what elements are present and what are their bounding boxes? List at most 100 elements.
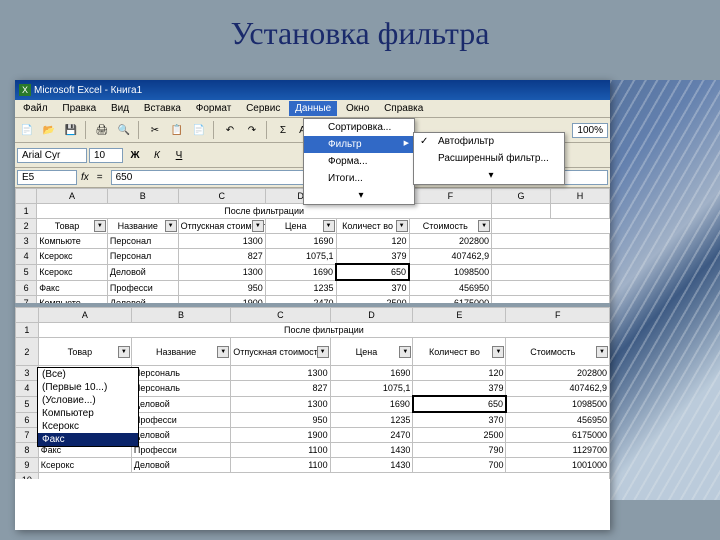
- col-header[interactable]: B: [131, 308, 230, 323]
- copy-button[interactable]: 📋: [167, 120, 187, 140]
- row-header[interactable]: 2: [16, 338, 39, 366]
- table-cell[interactable]: 6175000: [506, 428, 610, 443]
- row-header[interactable]: 10: [16, 473, 39, 480]
- table-cell[interactable]: 1098500: [409, 264, 492, 280]
- paste-button[interactable]: 📄: [189, 120, 209, 140]
- filter-option[interactable]: (Первые 10...): [38, 381, 138, 394]
- font-selector[interactable]: Arial Cyr: [17, 148, 87, 163]
- table-cell[interactable]: 1430: [330, 443, 413, 458]
- menu-view[interactable]: Вид: [105, 101, 135, 116]
- submenu-autofilter[interactable]: Автофильтр: [414, 133, 564, 150]
- undo-button[interactable]: ↶: [220, 120, 240, 140]
- filter-option[interactable]: Ксерокс: [38, 420, 138, 433]
- filter-arrow-icon[interactable]: ▼: [217, 346, 229, 358]
- table-cell[interactable]: 202800: [409, 234, 492, 249]
- fx-icon[interactable]: fx: [81, 172, 89, 183]
- table-cell[interactable]: 1300: [178, 264, 265, 280]
- table-cell[interactable]: Професси: [131, 412, 230, 428]
- menu-item-filter[interactable]: Фильтр: [304, 136, 414, 153]
- zoom-selector[interactable]: 100%: [572, 123, 608, 138]
- col-header[interactable]: C: [178, 189, 265, 204]
- col-header[interactable]: H: [551, 189, 610, 204]
- bold-button[interactable]: Ж: [125, 145, 145, 165]
- table-cell[interactable]: Персональ: [131, 366, 230, 381]
- menu-tools[interactable]: Сервис: [240, 101, 286, 116]
- row-header[interactable]: 6: [16, 412, 39, 428]
- row-header[interactable]: 2: [16, 219, 37, 234]
- row-header[interactable]: 1: [16, 204, 37, 219]
- upper-spreadsheet[interactable]: ABCDEFGH 1После фильтрации 2Товар▼Назван…: [15, 188, 610, 303]
- table-cell[interactable]: 456950: [409, 280, 492, 296]
- table-cell[interactable]: 1100: [231, 443, 330, 458]
- filter-option[interactable]: (Условие...): [38, 394, 138, 407]
- table-cell[interactable]: Ксерокс: [37, 264, 108, 280]
- table-cell[interactable]: Деловой: [131, 396, 230, 412]
- col-header[interactable]: E: [413, 308, 506, 323]
- table-cell[interactable]: 1690: [330, 396, 413, 412]
- table-cell[interactable]: Деловой: [131, 458, 230, 473]
- cut-button[interactable]: ✂: [145, 120, 165, 140]
- font-size-selector[interactable]: 10: [89, 148, 123, 163]
- print-button[interactable]: 🖨: [92, 120, 112, 140]
- col-header[interactable]: B: [107, 189, 178, 204]
- preview-button[interactable]: 🔍: [114, 120, 134, 140]
- filter-arrow-icon[interactable]: ▼: [317, 346, 329, 358]
- filter-option[interactable]: Компьютер: [38, 407, 138, 420]
- table-cell[interactable]: 650: [336, 264, 409, 280]
- table-cell[interactable]: 1100: [231, 458, 330, 473]
- table-cell[interactable]: 407462,9: [409, 249, 492, 265]
- menu-file[interactable]: Файл: [17, 101, 54, 116]
- filter-arrow-icon[interactable]: ▼: [399, 346, 411, 358]
- row-header[interactable]: 3: [16, 366, 39, 381]
- filter-arrow-icon[interactable]: ▼: [94, 220, 106, 232]
- table-cell[interactable]: 407462,9: [506, 381, 610, 397]
- filter-submenu[interactable]: Автофильтр Расширенный фильтр... ▾: [413, 132, 565, 185]
- filter-arrow-icon[interactable]: ▼: [396, 220, 408, 232]
- col-header[interactable]: A: [37, 189, 108, 204]
- table-cell[interactable]: 700: [413, 458, 506, 473]
- table-cell[interactable]: 1430: [330, 458, 413, 473]
- filter-arrow-icon[interactable]: ▼: [252, 220, 264, 232]
- row-header[interactable]: 3: [16, 234, 37, 249]
- table-cell[interactable]: 1235: [265, 280, 336, 296]
- save-button[interactable]: 💾: [61, 120, 81, 140]
- row-header[interactable]: 4: [16, 381, 39, 397]
- col-header[interactable]: F: [506, 308, 610, 323]
- autofilter-dropdown[interactable]: (Все)(Первые 10...)(Условие...)Компьютер…: [37, 367, 139, 447]
- filter-option[interactable]: Факс: [38, 433, 138, 446]
- menubar[interactable]: Файл Правка Вид Вставка Формат Сервис Да…: [15, 100, 610, 118]
- table-cell[interactable]: 1690: [330, 366, 413, 381]
- table-cell[interactable]: 1900: [231, 428, 330, 443]
- menu-item-subtotals[interactable]: Итоги...: [304, 170, 414, 187]
- table-cell[interactable]: Ксерокс: [37, 249, 108, 265]
- menu-window[interactable]: Окно: [340, 101, 375, 116]
- filter-arrow-icon[interactable]: ▼: [596, 346, 608, 358]
- row-header[interactable]: 7: [16, 428, 39, 443]
- new-button[interactable]: 📄: [17, 120, 37, 140]
- lower-spreadsheet[interactable]: ABCDEF 1После фильтрации 2Товар▼Название…: [15, 303, 610, 479]
- table-cell[interactable]: Професси: [107, 280, 178, 296]
- table-cell[interactable]: 370: [336, 280, 409, 296]
- table-cell[interactable]: 2500: [413, 428, 506, 443]
- table-cell[interactable]: 1129700: [506, 443, 610, 458]
- table-cell[interactable]: Професси: [131, 443, 230, 458]
- table-cell[interactable]: Персональ: [131, 381, 230, 397]
- table-cell[interactable]: 790: [413, 443, 506, 458]
- table-cell[interactable]: 650: [413, 396, 506, 412]
- row-header[interactable]: 1: [16, 323, 39, 338]
- table-cell[interactable]: 1300: [231, 396, 330, 412]
- table-cell[interactable]: Деловой: [107, 264, 178, 280]
- table-cell[interactable]: 370: [413, 412, 506, 428]
- table-cell[interactable]: Компьюте: [37, 234, 108, 249]
- table-cell[interactable]: Компьюте: [37, 296, 108, 304]
- row-header[interactable]: 5: [16, 396, 39, 412]
- col-header[interactable]: D: [330, 308, 413, 323]
- table-cell[interactable]: Ксерокс: [38, 458, 131, 473]
- filter-option[interactable]: (Все): [38, 368, 138, 381]
- underline-button[interactable]: Ч: [169, 145, 189, 165]
- table-cell[interactable]: 1900: [178, 296, 265, 304]
- col-header[interactable]: A: [38, 308, 131, 323]
- col-header[interactable]: F: [409, 189, 492, 204]
- italic-button[interactable]: К: [147, 145, 167, 165]
- open-button[interactable]: 📂: [39, 120, 59, 140]
